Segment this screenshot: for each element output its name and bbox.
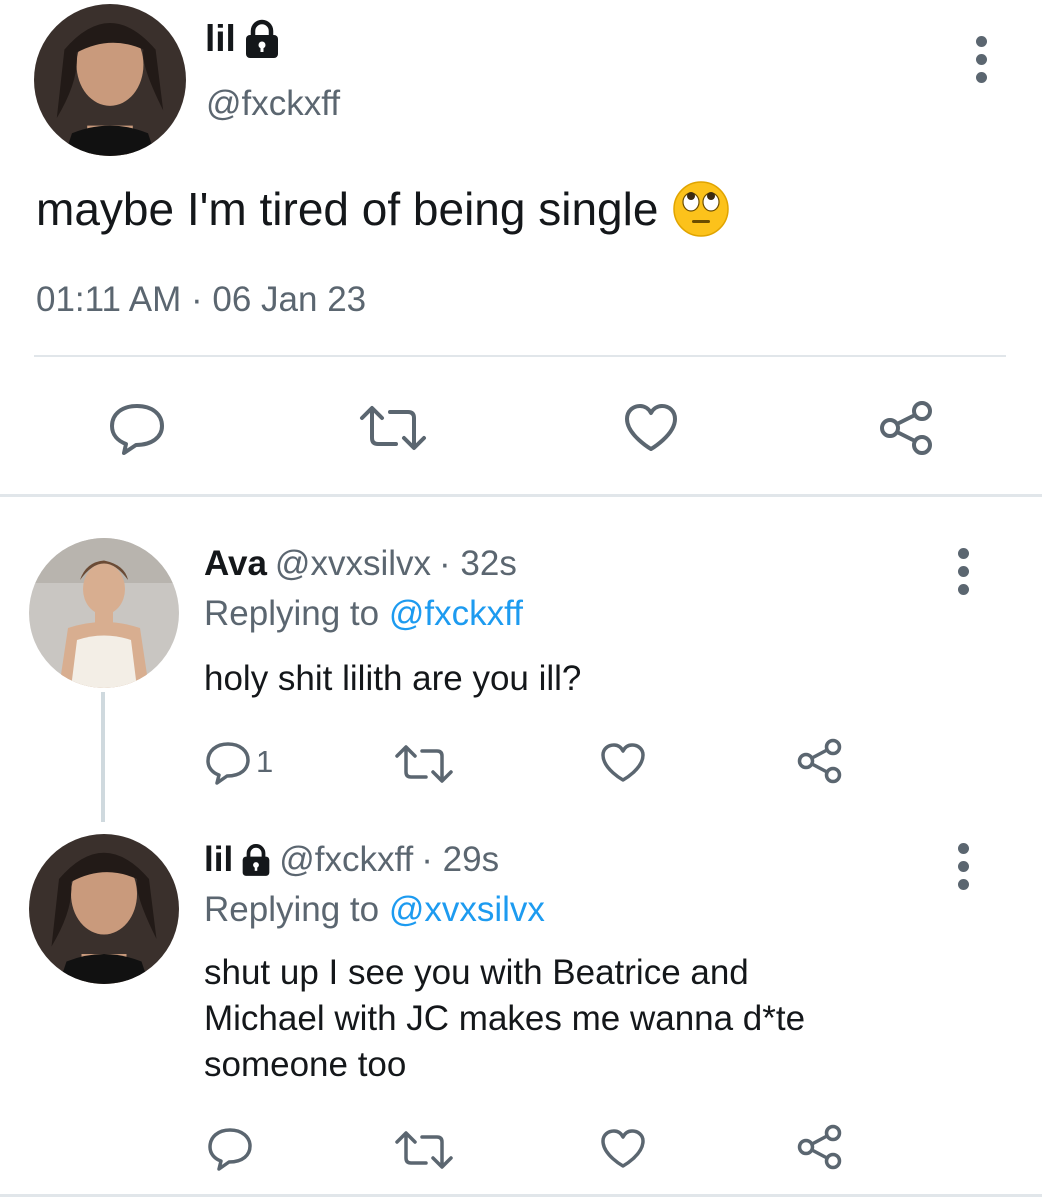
avatar-main[interactable] [34, 4, 186, 156]
reply-icon[interactable] [206, 1126, 254, 1172]
reply-author-handle[interactable]: @fxckxff [279, 840, 413, 880]
reply-text-line: someone too [204, 1045, 407, 1084]
retweet-icon[interactable] [394, 744, 454, 784]
like-icon[interactable] [600, 1128, 646, 1170]
retweet-icon[interactable] [394, 1130, 454, 1170]
divider [0, 1194, 1042, 1197]
share-icon[interactable] [878, 400, 936, 456]
tweet-timestamp[interactable]: 01:11 AM · 06 Jan 23 [36, 280, 366, 320]
reply-icon[interactable] [108, 402, 166, 456]
author-name[interactable]: lil [205, 18, 280, 60]
retweet-icon[interactable] [358, 404, 428, 452]
reply-icon[interactable] [204, 740, 252, 786]
replying-to: Replying to @xvxsilvx [204, 890, 545, 930]
avatar-reply-1[interactable] [29, 538, 179, 688]
reply-count: 1 [256, 744, 274, 779]
share-icon[interactable] [796, 1124, 844, 1170]
reply-text-line: Michael with JC makes me wanna d*te [204, 999, 806, 1038]
like-icon[interactable] [623, 403, 679, 453]
eye-roll-emoji [672, 180, 730, 238]
more-icon[interactable] [958, 843, 970, 897]
more-icon[interactable] [976, 36, 988, 90]
tweet-text-content: maybe I'm tired of being single [36, 183, 659, 235]
tweet-text: maybe I'm tired of being single [36, 180, 730, 238]
reply-time[interactable]: · 32s [439, 544, 517, 584]
divider [34, 355, 1006, 357]
replying-to-label: Replying to [204, 594, 380, 633]
avatar-reply-2[interactable] [29, 834, 179, 984]
reply-text: shut up I see you with Beatrice and Mich… [204, 950, 805, 1088]
thread-line [101, 692, 105, 822]
reply-author-name[interactable]: lil [204, 840, 233, 880]
reply-header: lil @fxckxff · 29s [204, 840, 499, 880]
reply-time[interactable]: · 29s [421, 840, 499, 880]
author-name-text: lil [205, 18, 236, 59]
replying-to: Replying to @fxckxff [204, 594, 523, 634]
reply-header: Ava @xvxsilvx · 32s [204, 544, 517, 584]
reply-author-handle[interactable]: @xvxsilvx [275, 544, 431, 584]
replying-to-mention[interactable]: @fxckxff [389, 594, 523, 633]
lock-icon [244, 19, 280, 59]
reply-author-name[interactable]: Ava [204, 544, 267, 584]
reply-text: holy shit lilith are you ill? [204, 659, 582, 698]
lock-icon [241, 843, 271, 877]
author-handle[interactable]: @fxckxff [206, 84, 340, 124]
share-icon[interactable] [796, 738, 844, 784]
more-icon[interactable] [958, 548, 970, 602]
replying-to-mention[interactable]: @xvxsilvx [389, 890, 545, 929]
replying-to-label: Replying to [204, 890, 380, 929]
reply-text-line: shut up I see you with Beatrice and [204, 953, 749, 992]
divider [0, 494, 1042, 497]
like-icon[interactable] [600, 742, 646, 784]
